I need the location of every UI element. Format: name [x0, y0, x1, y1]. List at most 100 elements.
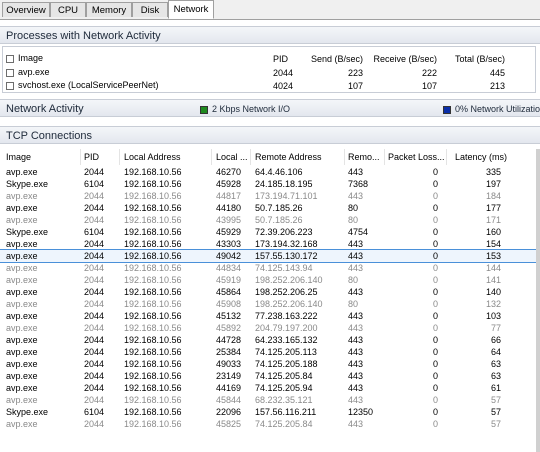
cell-remote-port: 443 — [348, 323, 364, 333]
tcp-row[interactable]: avp.exe 2044 192.168.10.56 44169 74.125.205.… — [0, 382, 540, 394]
tcp-row[interactable]: avp.exe 2044 192.168.10.56 45908 198.252.206… — [0, 298, 540, 310]
tcp-row[interactable]: avp.exe 2044 192.168.10.56 46270 64.4.46.106… — [0, 166, 540, 178]
cell-latency: 177 — [485, 203, 501, 213]
tcp-row[interactable]: avp.exe 2044 192.168.10.56 45864 198.252.206… — [0, 286, 540, 298]
column-divider[interactable] — [119, 149, 120, 165]
cell-image: avp.exe — [6, 419, 38, 429]
column-divider[interactable] — [344, 149, 345, 165]
cell-remote-address: 157.56.116.211 — [255, 407, 317, 417]
cell-packet-loss: 0 — [432, 263, 438, 273]
cell-local-address: 192.168.10.56 — [124, 395, 182, 405]
column-divider[interactable] — [250, 149, 251, 165]
tcp-section-header[interactable]: TCP Connections — [0, 126, 540, 144]
select-all-checkbox[interactable] — [6, 54, 14, 63]
tcp-row[interactable]: avp.exe 2044 192.168.10.56 45919 198.252.206… — [0, 274, 540, 286]
network-activity-section-header[interactable]: Network Activity 2 Kbps Network I/O 0% N… — [0, 99, 540, 117]
cell-packet-loss: 0 — [432, 167, 438, 177]
process-image: svchost.exe (LocalServicePeerNet) — [18, 80, 159, 90]
cell-local-address: 192.168.10.56 — [124, 383, 182, 393]
tcp-row[interactable]: avp.exe 2044 192.168.10.56 49033 74.125.205.… — [0, 358, 540, 370]
cell-local-address: 192.168.10.56 — [124, 239, 182, 249]
tcp-row-selected[interactable]: avp.exe 2044 192.168.10.56 49042 157.55.130.… — [0, 249, 540, 263]
cell-image: avp.exe — [6, 395, 38, 405]
tcp-row[interactable]: avp.exe 2044 192.168.10.56 23149 74.125.205.… — [0, 370, 540, 382]
cell-local-address: 192.168.10.56 — [124, 203, 182, 213]
col-header-send[interactable]: Send (B/sec) — [303, 54, 363, 64]
column-divider[interactable] — [446, 149, 447, 165]
row-checkbox[interactable] — [6, 68, 14, 77]
cell-pid: 2044 — [84, 419, 105, 429]
cell-pid: 6104 — [84, 407, 105, 417]
cell-local-port: 43303 — [216, 239, 242, 249]
cell-local-address: 192.168.10.56 — [124, 191, 182, 201]
tcp-row[interactable]: Skype.exe 6104 192.168.10.56 45928 24.185.18… — [0, 178, 540, 190]
col-header-remote-port[interactable]: Remo... — [348, 152, 380, 162]
cell-local-port: 45825 — [216, 419, 242, 429]
cell-local-port: 22096 — [216, 407, 242, 417]
cell-local-port: 44728 — [216, 335, 242, 345]
process-row[interactable]: svchost.exe (LocalServicePeerNet) 4024 1… — [3, 79, 537, 92]
tcp-row[interactable]: avp.exe 2044 192.168.10.56 44817 173.194.71.… — [0, 190, 540, 202]
processes-section-title: Processes with Network Activity — [6, 30, 161, 42]
cell-remote-address: 50.7.185.26 — [255, 203, 303, 213]
column-divider[interactable] — [80, 149, 81, 165]
col-header-image[interactable]: Image — [6, 152, 31, 162]
tab-disk[interactable]: Disk — [132, 2, 168, 17]
cell-image: avp.exe — [6, 299, 38, 309]
cell-pid: 6104 — [84, 179, 105, 189]
vertical-scrollbar[interactable] — [536, 149, 540, 452]
cell-remote-address: 64.4.46.106 — [255, 167, 303, 177]
cell-remote-address: 173.194.32.168 — [255, 239, 318, 249]
column-divider[interactable] — [211, 149, 212, 165]
col-header-pid[interactable]: PID — [273, 54, 288, 64]
tcp-row[interactable]: Skype.exe 6104 192.168.10.56 22096 157.56.11… — [0, 406, 540, 418]
tcp-row[interactable]: avp.exe 2044 192.168.10.56 44180 50.7.185.26… — [0, 202, 540, 214]
cell-pid: 2044 — [84, 371, 105, 381]
col-header-pid[interactable]: PID — [84, 152, 99, 162]
cell-remote-address: 77.238.163.222 — [255, 311, 318, 321]
cell-pid: 6104 — [84, 227, 105, 237]
tcp-row[interactable]: avp.exe 2044 192.168.10.56 25384 74.125.205.… — [0, 346, 540, 358]
col-header-packet-loss[interactable]: Packet Loss... — [388, 152, 445, 162]
tcp-row[interactable]: avp.exe 2044 192.168.10.56 45825 74.125.205.… — [0, 418, 540, 430]
tcp-row[interactable]: avp.exe 2044 192.168.10.56 44728 64.233.165.… — [0, 334, 540, 346]
col-header-latency[interactable]: Latency (ms) — [455, 152, 507, 162]
cell-image: avp.exe — [6, 191, 38, 201]
cell-packet-loss: 0 — [432, 311, 438, 321]
tab-network[interactable]: Network — [168, 0, 214, 19]
col-header-image[interactable]: Image — [18, 53, 43, 63]
cell-remote-port: 443 — [348, 335, 364, 345]
col-header-total[interactable]: Total (B/sec) — [443, 54, 505, 64]
tcp-row[interactable]: avp.exe 2044 192.168.10.56 43995 50.7.185.26… — [0, 214, 540, 226]
processes-section-header[interactable]: Processes with Network Activity — [0, 26, 540, 44]
tcp-row[interactable]: avp.exe 2044 192.168.10.56 43303 173.194.32.… — [0, 238, 540, 250]
col-header-receive[interactable]: Receive (B/sec) — [369, 54, 437, 64]
process-row[interactable]: avp.exe 2044 223 222 445 — [3, 66, 537, 79]
tab-cpu[interactable]: CPU — [50, 2, 86, 17]
col-header-remote-address[interactable]: Remote Address — [255, 152, 322, 162]
tab-overview[interactable]: Overview — [2, 2, 50, 17]
cell-packet-loss: 0 — [432, 335, 438, 345]
row-checkbox[interactable] — [6, 81, 14, 90]
tab-label: Network — [173, 4, 209, 15]
tab-memory[interactable]: Memory — [86, 2, 132, 17]
tcp-row[interactable]: avp.exe 2044 192.168.10.56 44834 74.125.143.… — [0, 262, 540, 274]
cell-local-port: 45919 — [216, 275, 242, 285]
tcp-row[interactable]: avp.exe 2044 192.168.10.56 45892 204.79.197.… — [0, 322, 540, 334]
cell-pid: 2044 — [84, 215, 105, 225]
cell-packet-loss: 0 — [432, 251, 438, 261]
tcp-row[interactable]: avp.exe 2044 192.168.10.56 45844 68.232.35.1… — [0, 394, 540, 406]
col-header-local-port[interactable]: Local ... — [216, 152, 248, 162]
tcp-row[interactable]: avp.exe 2044 192.168.10.56 45132 77.238.163.… — [0, 310, 540, 322]
cell-remote-port: 443 — [348, 239, 364, 249]
cell-latency: 61 — [490, 383, 501, 393]
cell-latency: 171 — [485, 215, 501, 225]
cell-image: avp.exe — [6, 323, 38, 333]
cell-remote-address: 50.7.185.26 — [255, 215, 303, 225]
cell-local-port: 45132 — [216, 311, 242, 321]
tcp-row[interactable]: Skype.exe 6104 192.168.10.56 45929 72.39.206… — [0, 226, 540, 238]
process-total: 445 — [489, 68, 505, 78]
col-header-local-address[interactable]: Local Address — [124, 152, 181, 162]
cell-packet-loss: 0 — [432, 287, 438, 297]
column-divider[interactable] — [384, 149, 385, 165]
